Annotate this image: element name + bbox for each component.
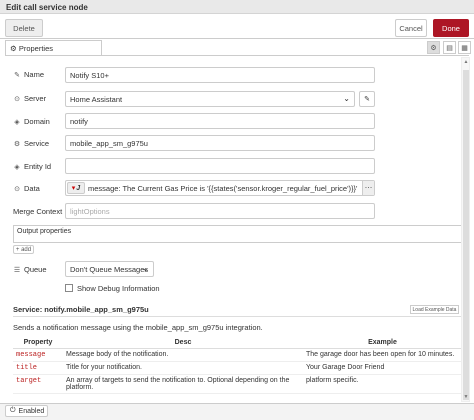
entity-label: ◈ Entity Id	[14, 162, 52, 171]
scroll-up-icon[interactable]: ▲	[463, 59, 469, 65]
chevron-down-icon: ⌄	[343, 94, 350, 103]
service-field[interactable]: mobile_app_sm_g975u	[65, 135, 375, 151]
done-button[interactable]: Done	[433, 19, 469, 37]
data-value: message: The Current Gas Price is '{{sta…	[88, 184, 358, 193]
queue-label: ☰ Queue	[13, 265, 47, 274]
table-row: target An array of targets to send the n…	[13, 374, 462, 394]
debug-checkbox[interactable]	[65, 284, 73, 292]
column-header-example: Example	[303, 337, 462, 349]
server-label: ⊙ Server	[14, 94, 47, 103]
cube-icon: ◈	[14, 163, 20, 171]
merge-context-field[interactable]: lightOptions	[65, 203, 375, 219]
desc-cell: Title for your notification.	[63, 361, 303, 375]
property-cell: target	[13, 374, 63, 394]
settings-tab-icon[interactable]: ⚙	[427, 41, 440, 54]
debug-label: Show Debug Information	[77, 284, 160, 293]
layout-icon: ▦	[461, 44, 468, 52]
table-row: title Title for your notification. Your …	[13, 361, 462, 375]
divider	[13, 316, 462, 317]
name-label: ✎ Name	[14, 70, 45, 79]
type-selector-button[interactable]: ▾ J	[67, 182, 85, 194]
domain-field[interactable]: notify	[65, 113, 375, 129]
add-output-button[interactable]: + add	[13, 245, 34, 254]
output-properties-list[interactable]: Output properties	[13, 225, 462, 243]
caret-icon: ▾	[71, 185, 76, 192]
entity-field[interactable]	[65, 158, 375, 174]
column-header-property: Property	[13, 337, 63, 349]
scrollbar[interactable]: ▲ ▼	[461, 57, 470, 402]
data-field[interactable]: ▾ J message: The Current Gas Price is '{{…	[65, 180, 375, 196]
gear-icon: ⚙	[10, 44, 17, 53]
data-label: ⊙ Data	[14, 184, 40, 193]
jsonata-icon: J	[76, 184, 81, 192]
load-example-button[interactable]: Load Example Data	[410, 305, 459, 314]
dialog-footer	[0, 403, 474, 420]
service-fields-table: Property Desc Example message Message bo…	[13, 337, 462, 402]
table-row: message Message body of the notification…	[13, 348, 462, 362]
property-cell: title	[13, 361, 63, 375]
service-label: ⚙ Service	[13, 139, 50, 148]
cube-icon: ◈	[14, 118, 20, 126]
power-icon: ⏻	[10, 407, 16, 414]
tag-icon: ✎	[14, 71, 20, 79]
expand-editor-button[interactable]: …	[362, 181, 374, 195]
enabled-toggle[interactable]: ⏻ Enabled	[5, 405, 48, 417]
queue-select[interactable]: Don't Queue Messages ⌄	[65, 261, 154, 277]
name-field[interactable]: Notify S10+	[65, 67, 375, 83]
output-properties-label: Output properties	[17, 228, 72, 235]
description-tab-icon[interactable]: ▤	[443, 41, 456, 54]
column-header-desc: Desc	[63, 337, 303, 349]
delete-button[interactable]: Delete	[5, 19, 43, 37]
service-info-title: Service: notify.mobile_app_sm_g975u	[13, 305, 149, 314]
file-icon: ▤	[446, 44, 453, 52]
divider	[0, 38, 474, 39]
dialog-title: Edit call service node	[0, 0, 474, 14]
server-icon: ⊙	[14, 95, 20, 103]
chevron-down-icon: ⌄	[142, 264, 149, 273]
merge-context-label: Merge Context	[13, 207, 63, 216]
example-cell: platform specific.	[303, 374, 462, 394]
plus-icon: +	[15, 246, 20, 253]
server-select[interactable]: Home Assistant ⌄	[65, 91, 355, 107]
desc-cell: Message body of the notification.	[63, 348, 303, 362]
property-cell: message	[13, 348, 63, 362]
target-icon: ⊙	[14, 185, 20, 193]
gear-icon: ⚙	[13, 140, 21, 148]
scroll-down-icon[interactable]: ▼	[463, 394, 469, 400]
edit-server-button[interactable]: ✎	[359, 91, 375, 107]
list-icon: ☰	[13, 266, 21, 274]
tab-properties[interactable]: ⚙ Properties	[5, 40, 102, 56]
gear-icon: ⚙	[430, 44, 437, 52]
pencil-icon: ✎	[364, 96, 370, 103]
desc-cell: An array of targets to send the notifica…	[63, 374, 303, 394]
domain-label: ◈ Domain	[14, 117, 50, 126]
appearance-tab-icon[interactable]: ▦	[458, 41, 471, 54]
service-description: Sends a notification message using the m…	[13, 323, 263, 332]
example-cell: The garage door has been open for 10 min…	[303, 348, 462, 362]
scrollbar-thumb[interactable]	[463, 70, 469, 400]
example-cell: Your Garage Door Friend	[303, 361, 462, 375]
tab-divider	[5, 55, 469, 56]
tab-label: Properties	[18, 44, 54, 53]
cancel-button[interactable]: Cancel	[395, 19, 427, 37]
